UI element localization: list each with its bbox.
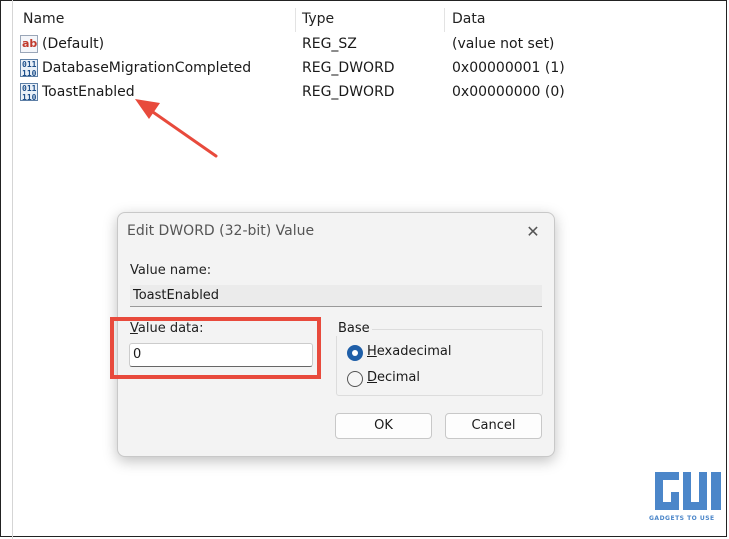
cancel-button[interactable]: Cancel	[445, 413, 542, 439]
annotation-highlight-box	[110, 317, 321, 379]
radio-hexadecimal[interactable]	[347, 345, 363, 361]
hexadecimal-access-key: H	[367, 344, 377, 359]
base-group-label: Base	[336, 321, 372, 336]
dialog-title: Edit DWORD (32-bit) Value	[127, 223, 315, 239]
radio-hexadecimal-label[interactable]: Hexadecimal	[367, 344, 451, 359]
value-name-label: Value name:	[130, 263, 212, 278]
gadgets-to-use-logo-icon	[655, 472, 721, 510]
decimal-access-key: D	[367, 370, 378, 385]
radio-decimal[interactable]	[347, 371, 363, 387]
radio-decimal-label[interactable]: Decimal	[367, 370, 420, 385]
value-name-field: ToastEnabled	[130, 285, 542, 307]
watermark-caption: GADGETS TO USE	[649, 515, 715, 522]
hexadecimal-label-rest: exadecimal	[376, 344, 452, 359]
close-icon[interactable]: ✕	[522, 221, 544, 243]
decimal-label-rest: ecimal	[377, 370, 421, 385]
base-group	[336, 329, 543, 396]
ok-button[interactable]: OK	[335, 413, 432, 439]
